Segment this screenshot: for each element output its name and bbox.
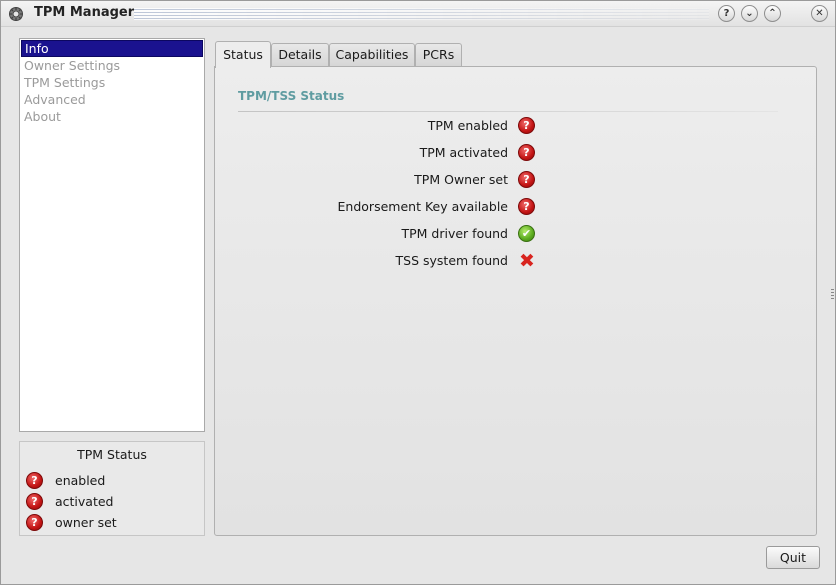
- prop-row-tpm-owner-set: TPM Owner set ?: [238, 170, 548, 190]
- prop-row-tss-system-found: TSS system found ✖: [238, 251, 548, 271]
- question-icon: ?: [26, 492, 43, 510]
- status-row-enabled: ? enabled: [26, 471, 105, 489]
- prop-label: TPM driver found: [401, 226, 508, 241]
- window-title: TPM Manager: [34, 5, 135, 20]
- prop-row-endorsement-key: Endorsement Key available ?: [238, 197, 548, 217]
- title-bar-decoration: [134, 8, 709, 20]
- cross-icon: ✖: [519, 249, 535, 272]
- prop-label: TPM Owner set: [414, 172, 508, 187]
- tab-status[interactable]: Status: [215, 41, 271, 68]
- title-bar[interactable]: TPM Manager ? ⌄ ⌃ ✕: [1, 1, 835, 27]
- status-label: activated: [55, 493, 114, 509]
- status-row-owner-set: ? owner set: [26, 513, 117, 531]
- prop-row-tpm-enabled: TPM enabled ?: [238, 116, 548, 136]
- tpm-status-title: TPM Status: [77, 447, 147, 462]
- sidebar-item-owner-settings[interactable]: Owner Settings: [21, 57, 203, 74]
- sidebar-item-info[interactable]: Info: [21, 40, 203, 57]
- tpm-status-box: TPM Status ? enabled ? activated ? owner…: [19, 441, 205, 536]
- group-title-tpm-tss-status: TPM/TSS Status: [238, 89, 345, 103]
- question-icon: ?: [518, 144, 535, 161]
- question-icon: ?: [518, 171, 535, 188]
- sidebar-nav-list[interactable]: Info Owner Settings TPM Settings Advance…: [19, 38, 205, 432]
- sidebar-item-tpm-settings[interactable]: TPM Settings: [21, 74, 203, 91]
- status-tab-panel: [214, 66, 817, 536]
- question-icon: ?: [26, 471, 43, 489]
- group-divider: [238, 111, 778, 112]
- quit-button[interactable]: Quit: [766, 546, 820, 569]
- minimize-button[interactable]: ⌄: [741, 5, 758, 22]
- app-gear-icon[interactable]: [8, 6, 24, 22]
- tab-details[interactable]: Details: [271, 43, 329, 66]
- prop-label: TPM enabled: [427, 118, 508, 133]
- status-label: owner set: [55, 514, 117, 530]
- help-button[interactable]: ?: [718, 5, 735, 22]
- tab-capabilities[interactable]: Capabilities: [329, 43, 415, 66]
- sidebar-item-about[interactable]: About: [21, 108, 203, 125]
- status-row-activated: ? activated: [26, 492, 114, 510]
- close-button[interactable]: ✕: [811, 5, 828, 22]
- prop-label: TSS system found: [395, 253, 508, 268]
- question-icon: ?: [26, 513, 43, 531]
- status-label: enabled: [55, 472, 106, 488]
- prop-label: Endorsement Key available: [337, 199, 508, 214]
- tab-pcrs[interactable]: PCRs: [415, 43, 462, 66]
- sidebar-item-advanced[interactable]: Advanced: [21, 91, 203, 108]
- question-icon: ?: [518, 198, 535, 215]
- resize-grip[interactable]: [831, 289, 834, 299]
- prop-row-tpm-activated: TPM activated ?: [238, 143, 548, 163]
- maximize-button[interactable]: ⌃: [764, 5, 781, 22]
- question-icon: ?: [518, 117, 535, 134]
- main-window: TPM Manager ? ⌄ ⌃ ✕ Info Owner Settings …: [0, 0, 836, 585]
- prop-row-tpm-driver-found: TPM driver found ✔: [238, 224, 548, 244]
- prop-label: TPM activated: [419, 145, 508, 160]
- check-icon: ✔: [518, 225, 535, 242]
